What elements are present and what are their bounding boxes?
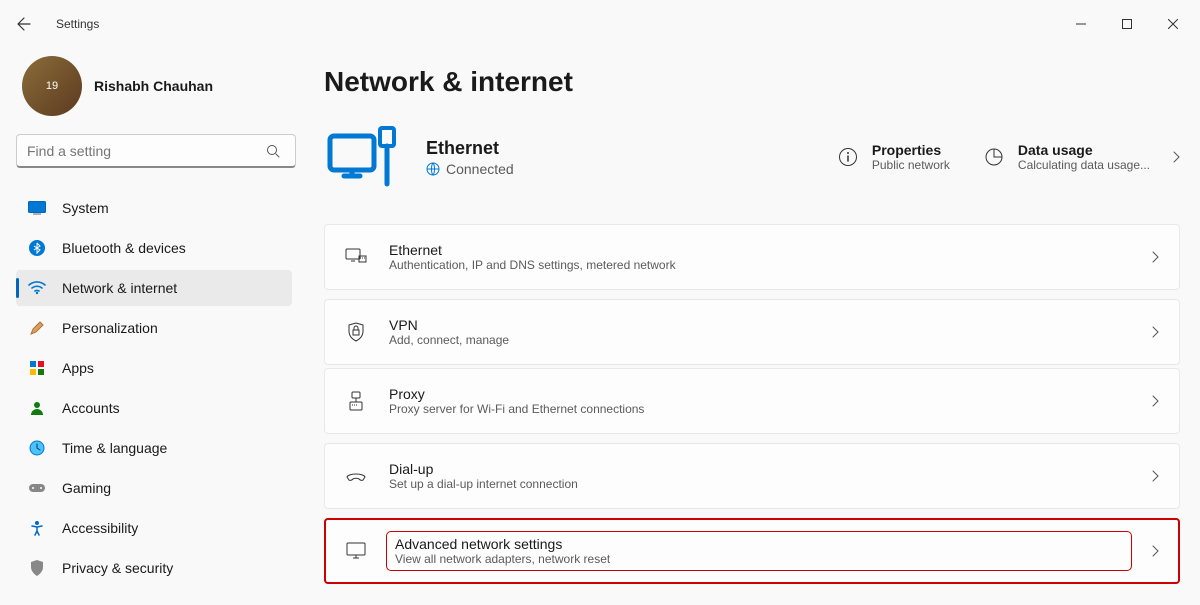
user-name: Rishabh Chauhan: [94, 78, 213, 94]
sidebar-item-label: Apps: [62, 360, 94, 376]
sidebar-item-gaming[interactable]: Gaming: [16, 470, 292, 506]
ethernet-icon: [345, 246, 367, 268]
sidebar-item-label: Bluetooth & devices: [62, 240, 186, 256]
properties-title: Properties: [872, 142, 950, 158]
bluetooth-icon: [28, 239, 46, 257]
sidebar-item-label: Network & internet: [62, 280, 177, 296]
sidebar-item-label: Accessibility: [62, 520, 138, 536]
card-ethernet[interactable]: Ethernet Authentication, IP and DNS sett…: [324, 224, 1180, 290]
sidebar-item-privacy[interactable]: Privacy & security: [16, 550, 292, 586]
sidebar-item-label: Personalization: [62, 320, 158, 336]
titlebar: Settings: [0, 0, 1200, 48]
card-title: Proxy: [389, 386, 1129, 402]
phone-icon: [345, 465, 367, 487]
monitor-icon: [345, 540, 367, 562]
search-icon: [266, 144, 280, 158]
nav: System Bluetooth & devices Network & int…: [16, 190, 292, 586]
system-icon: [28, 199, 46, 217]
search-field[interactable]: [16, 134, 292, 168]
maximize-button[interactable]: [1104, 8, 1150, 40]
arrow-left-icon: [16, 16, 32, 32]
globe-icon: [426, 162, 440, 176]
shield-lock-icon: [345, 321, 367, 343]
search-input[interactable]: [16, 134, 296, 168]
sidebar-item-bluetooth[interactable]: Bluetooth & devices: [16, 230, 292, 266]
card-title: Dial-up: [389, 461, 1129, 477]
sidebar: 19 Rishabh Chauhan System Bluetooth & de…: [0, 48, 300, 605]
user-profile[interactable]: 19 Rishabh Chauhan: [16, 48, 292, 134]
brush-icon: [28, 319, 46, 337]
close-button[interactable]: [1150, 8, 1196, 40]
person-icon: [28, 399, 46, 417]
data-usage-sub: Calculating data usage...: [1018, 158, 1150, 172]
card-sub: Proxy server for Wi-Fi and Ethernet conn…: [389, 402, 1129, 416]
card-advanced-network[interactable]: Advanced network settings View all netwo…: [324, 518, 1180, 584]
info-icon: [838, 147, 858, 167]
connection-title: Ethernet: [426, 138, 686, 159]
clock-icon: [28, 439, 46, 457]
sidebar-item-label: Gaming: [62, 480, 111, 496]
sidebar-item-label: Accounts: [62, 400, 120, 416]
card-vpn[interactable]: VPN Add, connect, manage: [324, 299, 1180, 365]
card-proxy[interactable]: Proxy Proxy server for Wi-Fi and Etherne…: [324, 368, 1180, 434]
card-title: Ethernet: [389, 242, 1129, 258]
pie-icon: [984, 147, 1004, 167]
proxy-icon: [345, 390, 367, 412]
shield-icon: [28, 559, 46, 577]
card-sub: Authentication, IP and DNS settings, met…: [389, 258, 1129, 272]
sidebar-item-personalization[interactable]: Personalization: [16, 310, 292, 346]
properties-sub: Public network: [872, 158, 950, 172]
chevron-right-icon: [1151, 470, 1159, 482]
network-status-hero: Ethernet Connected Properties Public net…: [324, 118, 1180, 196]
card-sub: View all network adapters, network reset: [395, 552, 1123, 566]
sidebar-item-apps[interactable]: Apps: [16, 350, 292, 386]
back-button[interactable]: [4, 4, 44, 44]
sidebar-item-label: System: [62, 200, 109, 216]
card-dialup[interactable]: Dial-up Set up a dial-up internet connec…: [324, 443, 1180, 509]
minimize-button[interactable]: [1058, 8, 1104, 40]
chevron-right-icon: [1172, 151, 1180, 163]
chevron-right-icon: [1151, 545, 1159, 557]
connection-status: Connected: [446, 161, 514, 177]
chevron-right-icon: [1151, 326, 1159, 338]
chevron-right-icon: [1151, 251, 1159, 263]
ethernet-monitor-icon: [324, 118, 402, 196]
main-content: Network & internet Ethernet Connected: [300, 48, 1200, 605]
data-usage-link[interactable]: Data usage Calculating data usage...: [984, 142, 1180, 172]
properties-link[interactable]: Properties Public network: [838, 142, 950, 172]
data-usage-title: Data usage: [1018, 142, 1150, 158]
sidebar-item-label: Privacy & security: [62, 560, 173, 576]
window-title: Settings: [56, 17, 99, 31]
sidebar-item-time[interactable]: Time & language: [16, 430, 292, 466]
page-title: Network & internet: [324, 66, 1180, 98]
card-title: VPN: [389, 317, 1129, 333]
accessibility-icon: [28, 519, 46, 537]
wifi-icon: [28, 279, 46, 297]
sidebar-item-system[interactable]: System: [16, 190, 292, 226]
card-sub: Add, connect, manage: [389, 333, 1129, 347]
sidebar-item-network[interactable]: Network & internet: [16, 270, 292, 306]
apps-icon: [28, 359, 46, 377]
avatar: 19: [22, 56, 82, 116]
settings-cards: Ethernet Authentication, IP and DNS sett…: [324, 224, 1180, 584]
sidebar-item-label: Time & language: [62, 440, 167, 456]
card-title: Advanced network settings: [395, 536, 1123, 552]
sidebar-item-accounts[interactable]: Accounts: [16, 390, 292, 426]
gamepad-icon: [28, 479, 46, 497]
window-controls: [1058, 8, 1196, 40]
card-sub: Set up a dial-up internet connection: [389, 477, 1129, 491]
chevron-right-icon: [1151, 395, 1159, 407]
sidebar-item-accessibility[interactable]: Accessibility: [16, 510, 292, 546]
